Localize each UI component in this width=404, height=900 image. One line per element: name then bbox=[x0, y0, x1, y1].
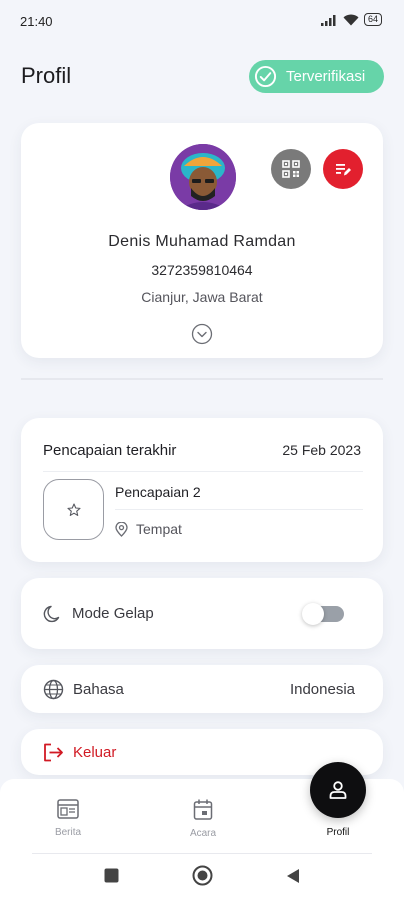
nav-news-label: Berita bbox=[54, 827, 82, 838]
page-title: Profil bbox=[21, 63, 72, 88]
achievement-card[interactable]: Pencapaian terakhir 25 Feb 2023 Pencapai… bbox=[21, 418, 383, 562]
back-icon[interactable] bbox=[286, 868, 300, 884]
profile-id-number: 3272359810464 bbox=[151, 262, 253, 278]
dark-mode-label: Mode Gelap bbox=[72, 605, 154, 622]
profile-fab-button[interactable] bbox=[310, 762, 366, 818]
profile-location: Cianjur, Jawa Barat bbox=[141, 289, 263, 305]
chevron-down-icon[interactable] bbox=[191, 323, 213, 345]
nav-item-news[interactable]: Berita bbox=[33, 799, 103, 838]
qr-code-icon bbox=[282, 160, 300, 178]
section-divider bbox=[21, 378, 383, 380]
nav-item-profile[interactable]: Profil bbox=[303, 822, 373, 838]
wifi-icon bbox=[343, 14, 359, 25]
verified-label: Terverifikasi bbox=[286, 68, 366, 85]
achievement-divider bbox=[43, 471, 363, 472]
language-label: Bahasa bbox=[73, 680, 124, 698]
signal-icon bbox=[320, 14, 336, 26]
avatar-image bbox=[170, 144, 236, 210]
nav-profile-label: Profil bbox=[326, 827, 350, 838]
achievement-badge bbox=[43, 479, 104, 540]
status-time: 21:40 bbox=[20, 14, 53, 29]
profile-name: Denis Muhamad Ramdan bbox=[108, 233, 296, 250]
recent-apps-icon[interactable] bbox=[104, 868, 119, 883]
achievement-place: Tempat bbox=[115, 521, 182, 537]
logout-label: Keluar bbox=[73, 743, 117, 761]
avatar[interactable] bbox=[170, 144, 236, 210]
battery-icon: 64 bbox=[363, 13, 382, 26]
nav-events-label: Acara bbox=[189, 828, 217, 839]
qr-code-button[interactable] bbox=[271, 149, 311, 189]
language-value: Indonesia bbox=[289, 680, 355, 698]
language-row[interactable]: Bahasa Indonesia bbox=[21, 665, 383, 713]
edit-profile-button[interactable] bbox=[323, 149, 363, 189]
achievement-place-label: Tempat bbox=[136, 521, 182, 537]
home-icon[interactable] bbox=[192, 865, 213, 886]
system-navigation-bar bbox=[0, 854, 404, 900]
edit-icon bbox=[336, 164, 351, 176]
person-icon bbox=[329, 781, 347, 799]
profile-card: Denis Muhamad Ramdan 3272359810464 Cianj… bbox=[21, 123, 383, 358]
logout-icon bbox=[44, 743, 63, 761]
globe-icon bbox=[43, 679, 64, 699]
achievement-section-title: Pencapaian terakhir bbox=[43, 442, 177, 459]
calendar-icon bbox=[193, 799, 213, 820]
dark-mode-row: Mode Gelap bbox=[21, 578, 383, 649]
news-icon bbox=[57, 799, 79, 819]
dark-mode-toggle[interactable] bbox=[302, 602, 344, 625]
moon-icon bbox=[43, 605, 60, 622]
verified-badge: Terverifikasi bbox=[249, 60, 384, 93]
status-icons: 64 bbox=[320, 13, 382, 26]
location-pin-icon bbox=[115, 521, 128, 537]
achievement-date: 25 Feb 2023 bbox=[282, 442, 361, 458]
star-icon bbox=[66, 502, 81, 516]
nav-item-events[interactable]: Acara bbox=[168, 799, 238, 839]
status-bar: 21:40 64 bbox=[0, 0, 404, 42]
check-circle-icon bbox=[254, 65, 277, 88]
achievement-name: Pencapaian 2 bbox=[115, 484, 201, 500]
toggle-knob bbox=[302, 602, 324, 625]
achievement-detail-divider bbox=[115, 509, 363, 510]
